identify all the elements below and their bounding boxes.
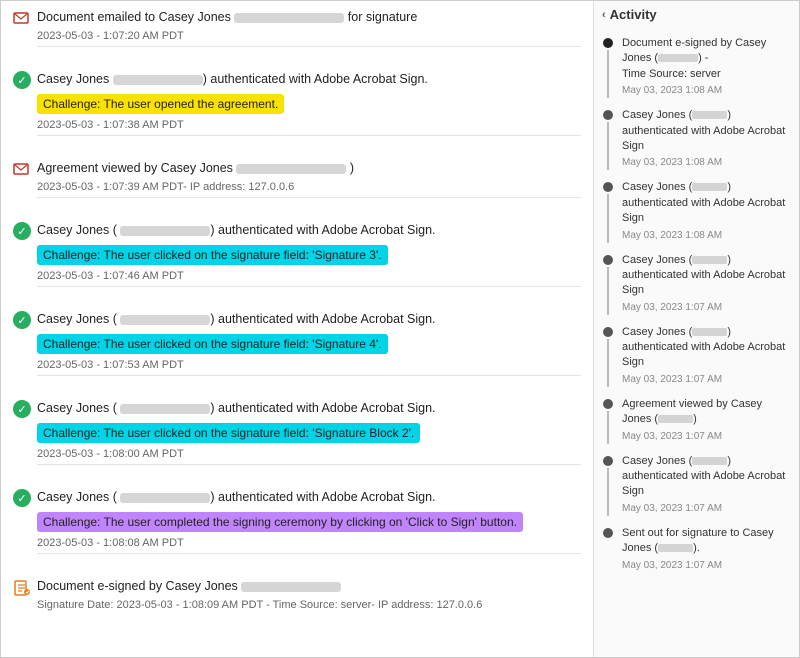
event-divider [37,464,581,465]
timeline-line [607,411,609,444]
challenge-box: Challenge: The user completed the signin… [37,512,523,532]
event-date: 2023-05-03 - 1:08:08 AM PDT [37,537,581,549]
timeline-line [607,468,609,516]
timeline-dot [603,327,613,337]
event-header: Document e-signed by Casey Jones [13,578,581,597]
event-header: ✓ Casey Jones ( ) authenticated with Adob… [13,400,581,418]
event-title: Casey Jones ) authenticated with Adobe A… [37,71,428,89]
esign-icon [13,579,31,597]
event-title: Document emailed to Casey Jones for sign… [37,9,417,27]
event-title: Casey Jones ( ) authenticated with Adobe… [37,400,436,418]
timeline-item: Sent out for signature to Casey Jones ()… [602,526,791,573]
timeline-date: May 03, 2023 1:08 AM [622,156,791,170]
timeline-content: Sent out for signature to Casey Jones ()… [622,526,791,573]
timeline-content: Casey Jones () authenticated with Adobe … [622,325,791,387]
timeline-line [607,267,609,315]
timeline-date: May 03, 2023 1:08 AM [622,229,791,243]
activity-title: Activity [610,7,657,22]
event-item: ✓ Casey Jones ( ) authenticated with Adob… [13,311,581,390]
timeline-content: Casey Jones () authenticated with Adobe … [622,253,791,315]
event-divider [37,46,581,47]
timeline-line [607,122,609,170]
timeline-item: Document e-signed by Casey Jones () -Tim… [602,36,791,98]
event-date: 2023-05-03 - 1:08:00 AM PDT [37,448,581,460]
event-header: ✓ Casey Jones ( ) authenticated with Adob… [13,311,581,329]
event-date: 2023-05-03 - 1:07:39 AM PDT- IP address:… [37,181,581,193]
timeline-item: Agreement viewed by Casey Jones ()May 03… [602,397,791,444]
check-icon: ✓ [13,400,31,418]
timeline-date: May 03, 2023 1:08 AM [622,84,791,98]
event-item: ✓ Casey Jones ) authenticated with Adobe … [13,71,581,150]
event-date: Signature Date: 2023-05-03 - 1:08:09 AM … [37,599,581,611]
timeline-item: Casey Jones () authenticated with Adobe … [602,180,791,242]
timeline-line [607,194,609,242]
event-header: Document emailed to Casey Jones for sign… [13,9,581,28]
activity-timeline: Document e-signed by Casey Jones () -Tim… [602,36,791,573]
event-divider [37,135,581,136]
event-header: ✓ Casey Jones ( ) authenticated with Adob… [13,489,581,507]
event-item: ✓ Casey Jones ( ) authenticated with Adob… [13,400,581,479]
timeline-content: Agreement viewed by Casey Jones ()May 03… [622,397,791,444]
event-header: ✓ Casey Jones ) authenticated with Adobe … [13,71,581,89]
challenge-box: Challenge: The user clicked on the signa… [37,245,388,265]
timeline-date: May 03, 2023 1:07 AM [622,430,791,444]
event-date: 2023-05-03 - 1:07:20 AM PDT [37,30,581,42]
timeline-dot [603,255,613,265]
timeline-dot [603,110,613,120]
event-title: Agreement viewed by Casey Jones ) [37,160,354,178]
timeline-date: May 03, 2023 1:07 AM [622,301,791,315]
timeline-content: Casey Jones () authenticated with Adobe … [622,180,791,242]
event-title: Casey Jones ( ) authenticated with Adobe… [37,489,436,507]
timeline-date: May 03, 2023 1:07 AM [622,373,791,387]
check-icon: ✓ [13,71,31,89]
event-item: Agreement viewed by Casey Jones ) 2023-05… [13,160,581,212]
event-item: Document emailed to Casey Jones for sign… [13,9,581,61]
email-icon [13,10,31,28]
event-divider [37,197,581,198]
event-divider [37,553,581,554]
timeline-dot [603,182,613,192]
chevron-left-icon[interactable]: ‹ [602,9,606,21]
timeline-dot [603,456,613,466]
right-panel: ‹ Activity Document e-signed by Casey Jo… [594,1,799,657]
timeline-dot [603,399,613,409]
timeline-item: Casey Jones () authenticated with Adobe … [602,253,791,315]
timeline-item: Casey Jones () authenticated with Adobe … [602,454,791,516]
activity-header: ‹ Activity [602,7,791,26]
timeline-item: Casey Jones () authenticated with Adobe … [602,325,791,387]
event-title: Document e-signed by Casey Jones [37,578,341,596]
event-item: ✓ Casey Jones ( ) authenticated with Adob… [13,222,581,301]
timeline-content: Document e-signed by Casey Jones () -Tim… [622,36,791,98]
timeline-date: May 03, 2023 1:07 AM [622,559,791,573]
timeline-item: Casey Jones () authenticated with Adobe … [602,108,791,170]
timeline-line [607,339,609,387]
event-title: Casey Jones ( ) authenticated with Adobe… [37,311,436,329]
timeline-date: May 03, 2023 1:07 AM [622,502,791,516]
event-divider [37,286,581,287]
event-header: ✓ Casey Jones ( ) authenticated with Adob… [13,222,581,240]
timeline-content: Casey Jones () authenticated with Adobe … [622,108,791,170]
event-item: ✓ Casey Jones ( ) authenticated with Adob… [13,489,581,568]
check-icon: ✓ [13,489,31,507]
check-icon: ✓ [13,222,31,240]
check-icon: ✓ [13,311,31,329]
timeline-dot [603,38,613,48]
timeline-dot [603,528,613,538]
challenge-box: Challenge: The user opened the agreement… [37,94,284,114]
event-divider [37,375,581,376]
timeline-line [607,50,609,98]
event-title: Casey Jones ( ) authenticated with Adobe… [37,222,436,240]
event-header: Agreement viewed by Casey Jones ) [13,160,581,179]
challenge-box: Challenge: The user clicked on the signa… [37,423,420,443]
event-date: 2023-05-03 - 1:07:46 AM PDT [37,270,581,282]
email-icon [13,161,31,179]
challenge-box: Challenge: The user clicked on the signa… [37,334,388,354]
timeline-content: Casey Jones () authenticated with Adobe … [622,454,791,516]
left-panel: Document emailed to Casey Jones for sign… [1,1,594,657]
event-date: 2023-05-03 - 1:07:53 AM PDT [37,359,581,371]
event-date: 2023-05-03 - 1:07:38 AM PDT [37,119,581,131]
event-item: Document e-signed by Casey Jones Signatu… [13,578,581,617]
